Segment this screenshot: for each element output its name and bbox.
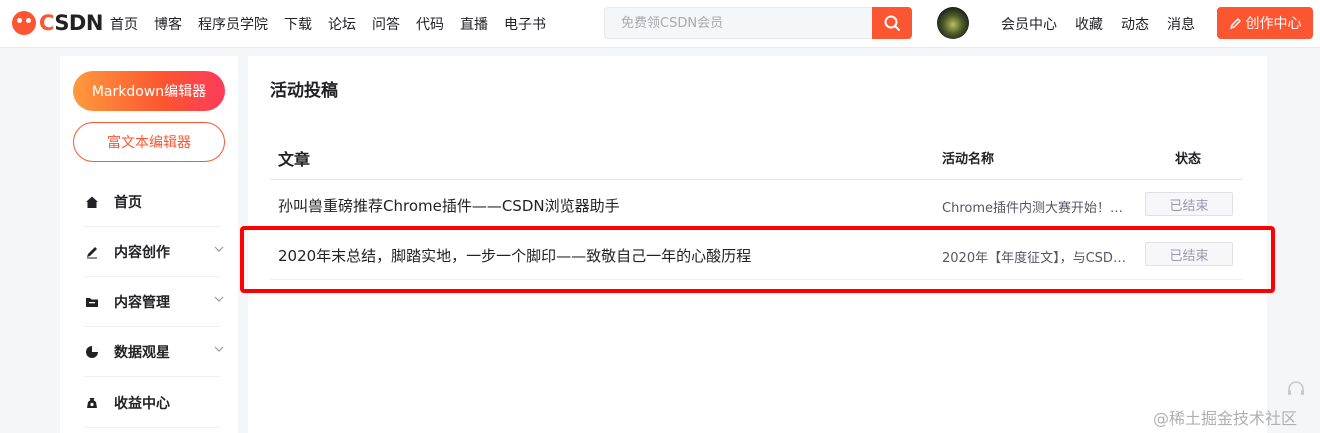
sidebar-item-home[interactable]: 首页 [84,177,220,227]
table-row: 孙叫兽重磅推荐Chrome插件——CSDN浏览器助手 Chrome插件内测大赛开… [270,180,1243,230]
search-icon [884,15,900,31]
csdn-logo-icon [12,11,36,35]
table-row: 2020年末总结，脚踏实地，一步一个脚印——致敬自己一年的心酸历程 2020年【… [270,230,1243,280]
sidebar-item-label: 内容管理 [114,294,170,311]
main-panel: 活动投稿 文章 活动名称 状态 孙叫兽重磅推荐Chrome插件——CSDN浏览器… [248,56,1267,433]
nav-messages[interactable]: 消息 [1167,14,1195,34]
create-center-label: 创作中心 [1245,16,1302,32]
search-input[interactable] [605,8,873,38]
richtext-editor-button[interactable]: 富文本编辑器 [73,122,225,162]
top-bar: CSDN 首页 博客 程序员学院 下载 论坛 问答 代码 直播 电子书 会员中心… [0,0,1320,48]
status-badge: 已结束 [1145,192,1233,216]
nav-blog[interactable]: 博客 [154,14,182,34]
submissions-table: 文章 活动名称 状态 孙叫兽重磅推荐Chrome插件——CSDN浏览器助手 Ch… [270,136,1243,280]
nav-academy[interactable]: 程序员学院 [198,14,268,34]
status-badge: 已结束 [1145,242,1233,266]
article-title-link[interactable]: 2020年末总结，脚踏实地，一步一个脚印——致敬自己一年的心酸历程 [278,245,751,266]
sidebar-item-content-creation[interactable]: 内容创作 [84,227,224,277]
watermark: @稀土掘金技术社区 [1153,409,1298,428]
column-header-activity: 活动名称 [942,152,995,167]
sidebar-item-data-stats[interactable]: 数据观星 [84,327,224,377]
sidebar-item-content-management[interactable]: 内容管理 [84,277,224,327]
sidebar-item-label: 首页 [114,194,142,211]
column-header-status: 状态 [1175,152,1202,167]
search-button[interactable] [872,7,912,39]
home-icon [84,194,100,210]
folder-icon [84,294,100,310]
activity-name-link[interactable]: Chrome插件内测大赛开始！快来… [942,197,1134,216]
page-title: 活动投稿 [270,81,338,101]
sidebar-item-label: 内容创作 [114,244,170,261]
main-nav: 首页 博客 程序员学院 下载 论坛 问答 代码 直播 电子书 [110,0,562,48]
nav-code[interactable]: 代码 [416,14,444,34]
chevron-down-icon [214,296,224,302]
nav-home[interactable]: 首页 [110,14,138,34]
search-box [604,7,912,39]
nav-favorites[interactable]: 收藏 [1075,14,1103,34]
sidebar-item-label: 收益中心 [114,395,170,412]
headset-icon[interactable] [1283,376,1309,402]
nav-activity[interactable]: 动态 [1121,14,1149,34]
money-bag-icon [84,395,100,411]
column-header-article: 文章 [278,150,311,169]
nav-ebook[interactable]: 电子书 [504,14,546,34]
nav-download[interactable]: 下载 [284,14,312,34]
chevron-down-icon [214,246,224,252]
nav-qa[interactable]: 问答 [372,14,400,34]
table-header: 文章 活动名称 状态 [270,136,1243,180]
user-nav: 会员中心 收藏 动态 消息 [1001,0,1213,48]
create-center-button[interactable]: 创作中心 [1217,7,1313,39]
csdn-logo[interactable]: CSDN [12,11,103,35]
chevron-down-icon [214,346,224,352]
pencil-icon [84,244,100,260]
nav-forum[interactable]: 论坛 [328,14,356,34]
sidebar-item-label: 数据观星 [114,344,170,361]
article-title-link[interactable]: 孙叫兽重磅推荐Chrome插件——CSDN浏览器助手 [278,195,620,216]
sidebar: Markdown编辑器 富文本编辑器 首页 内容创作 内容管理 数据观星 收益中… [60,56,238,433]
nav-vip-center[interactable]: 会员中心 [1001,14,1057,34]
logo-text: CSDN [39,11,103,35]
nav-live[interactable]: 直播 [460,14,488,34]
pen-icon [1229,17,1241,29]
pie-chart-icon [84,344,100,360]
sidebar-item-earnings[interactable]: 收益中心 [84,378,220,428]
markdown-editor-button[interactable]: Markdown编辑器 [73,71,225,111]
activity-name-link[interactable]: 2020年【年度征文】，与CSDN… [942,247,1134,266]
user-avatar[interactable] [937,7,969,39]
